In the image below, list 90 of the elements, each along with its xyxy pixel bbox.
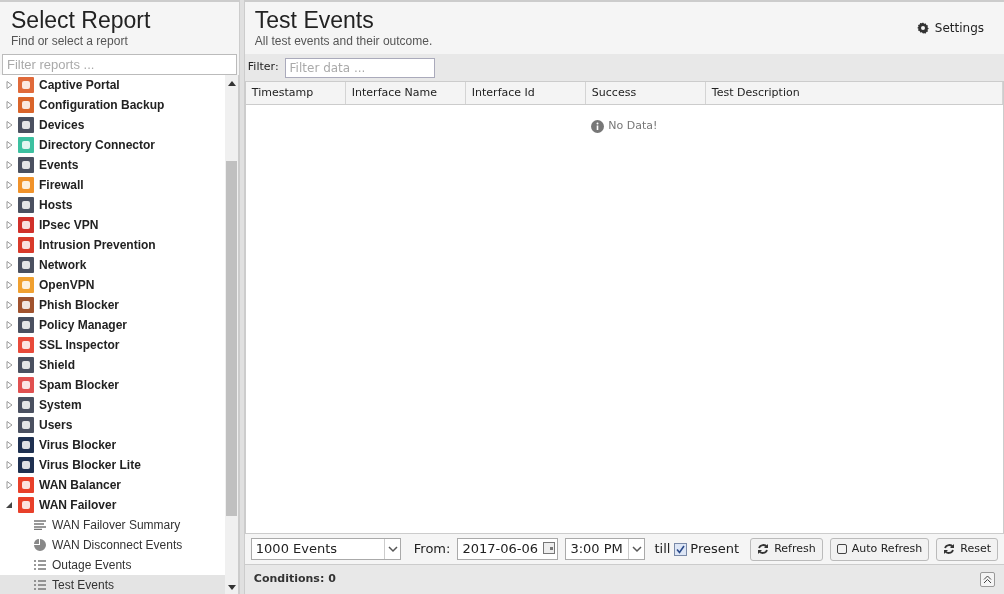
tree-item[interactable]: Network <box>0 255 225 275</box>
tree-item[interactable]: Phish Blocker <box>0 295 225 315</box>
collapsed-icon[interactable] <box>6 461 13 469</box>
list-icon <box>34 560 46 570</box>
tree-item[interactable]: Devices <box>0 115 225 135</box>
expand-button[interactable] <box>980 572 995 587</box>
tree-item[interactable]: IPsec VPN <box>0 215 225 235</box>
caret-icon <box>628 539 645 559</box>
collapsed-icon[interactable] <box>6 121 13 129</box>
info-icon <box>591 119 605 133</box>
collapsed-icon[interactable] <box>6 221 13 229</box>
tree-item[interactable]: WAN Disconnect Events <box>0 535 225 555</box>
report-title: Test Events <box>254 7 375 33</box>
collapsed-icon[interactable] <box>6 241 13 249</box>
collapsed-icon[interactable] <box>6 421 13 429</box>
collapsed-icon[interactable] <box>6 161 13 169</box>
calendar-icon <box>543 542 556 554</box>
panel-subtitle: Find or select a report <box>11 33 129 49</box>
settings-button[interactable]: Settings <box>916 19 984 37</box>
tree-item[interactable]: WAN Failover <box>0 495 225 515</box>
tree-item[interactable]: Firewall <box>0 175 225 195</box>
tree-item[interactable]: Shield <box>0 355 225 375</box>
panel-title: Select Report <box>11 7 152 33</box>
tree-item[interactable]: Events <box>0 155 225 175</box>
collapsed-icon[interactable] <box>6 141 13 149</box>
column-header[interactable]: Success <box>585 82 706 104</box>
collapsed-icon[interactable] <box>6 441 13 449</box>
tree-item[interactable]: System <box>0 395 225 415</box>
present-label: Present <box>690 540 740 559</box>
report-subtitle: All test events and their outcome. <box>254 33 434 49</box>
collapsed-icon[interactable] <box>6 281 13 289</box>
limit-select[interactable]: 1000 Events <box>250 538 401 560</box>
till-label: till <box>654 540 671 559</box>
tree-item[interactable]: Virus Blocker <box>0 435 225 455</box>
scroll-down-icon[interactable] <box>227 585 236 590</box>
refresh-icon <box>943 543 956 555</box>
tree-item[interactable]: Captive Portal <box>0 75 225 95</box>
filter-label: Filter: <box>247 59 279 76</box>
collapsed-icon[interactable] <box>6 361 13 369</box>
collapsed-icon[interactable] <box>6 381 13 389</box>
collapsed-icon[interactable] <box>6 401 13 409</box>
conditions-label: Conditions: 0 <box>253 571 337 588</box>
tree-item[interactable]: Directory Connector <box>0 135 225 155</box>
time-select[interactable]: 3:00 PM <box>565 538 646 560</box>
collapsed-icon[interactable] <box>6 481 13 489</box>
column-header[interactable]: Interface Id <box>465 82 586 104</box>
refresh-icon <box>757 543 770 555</box>
collapsed-icon[interactable] <box>6 181 13 189</box>
tree-item[interactable]: Test Events <box>0 575 225 594</box>
tree-item[interactable]: WAN Failover Summary <box>0 515 225 535</box>
collapsed-icon[interactable] <box>6 201 13 209</box>
collapsed-icon[interactable] <box>6 261 13 269</box>
tree-item[interactable]: Spam Blocker <box>0 375 225 395</box>
collapsed-icon[interactable] <box>6 321 13 329</box>
tree-item[interactable]: Virus Blocker Lite <box>0 455 225 475</box>
column-header[interactable]: Interface Name <box>345 82 466 104</box>
tree-item[interactable]: WAN Balancer <box>0 475 225 495</box>
present-checkbox[interactable] <box>674 542 688 556</box>
auto-refresh-button[interactable]: Auto Refresh <box>829 537 930 561</box>
lines-icon <box>34 520 46 530</box>
scroll-up-icon[interactable] <box>227 81 236 86</box>
column-header[interactable]: Test Description <box>705 82 1003 104</box>
from-label: From: <box>413 540 451 559</box>
collapsed-icon[interactable] <box>6 341 13 349</box>
scrollbar[interactable] <box>225 75 238 594</box>
refresh-button[interactable]: Refresh <box>750 537 823 561</box>
tree-item[interactable]: SSL Inspector <box>0 335 225 355</box>
tree-item[interactable]: OpenVPN <box>0 275 225 295</box>
tree-item[interactable]: Hosts <box>0 195 225 215</box>
filter-field[interactable]: Filter data ... <box>284 57 435 78</box>
empty-message: No Data! <box>608 118 658 134</box>
collapsed-icon[interactable] <box>6 81 13 89</box>
caret-icon <box>383 539 400 559</box>
date-field[interactable]: 2017-06-06 <box>457 538 559 560</box>
tree-item[interactable]: Outage Events <box>0 555 225 575</box>
scrollbar-thumb[interactable] <box>226 161 237 516</box>
tree-item[interactable]: Intrusion Prevention <box>0 235 225 255</box>
collapsed-icon[interactable] <box>6 101 13 109</box>
column-header[interactable]: Timestamp <box>245 82 346 104</box>
list-icon <box>34 580 46 590</box>
tree-item[interactable]: Policy Manager <box>0 315 225 335</box>
pie-chart-icon <box>34 539 46 551</box>
expanded-icon[interactable] <box>6 501 13 509</box>
filter-field[interactable]: Filter reports ... <box>2 54 237 75</box>
gear-icon <box>916 22 929 34</box>
double-chevron-icon <box>983 575 992 584</box>
collapsed-icon[interactable] <box>6 301 13 309</box>
tree-item[interactable]: Configuration Backup <box>0 95 225 115</box>
tree-item[interactable]: Users <box>0 415 225 435</box>
reset-button[interactable]: Reset <box>936 537 998 561</box>
